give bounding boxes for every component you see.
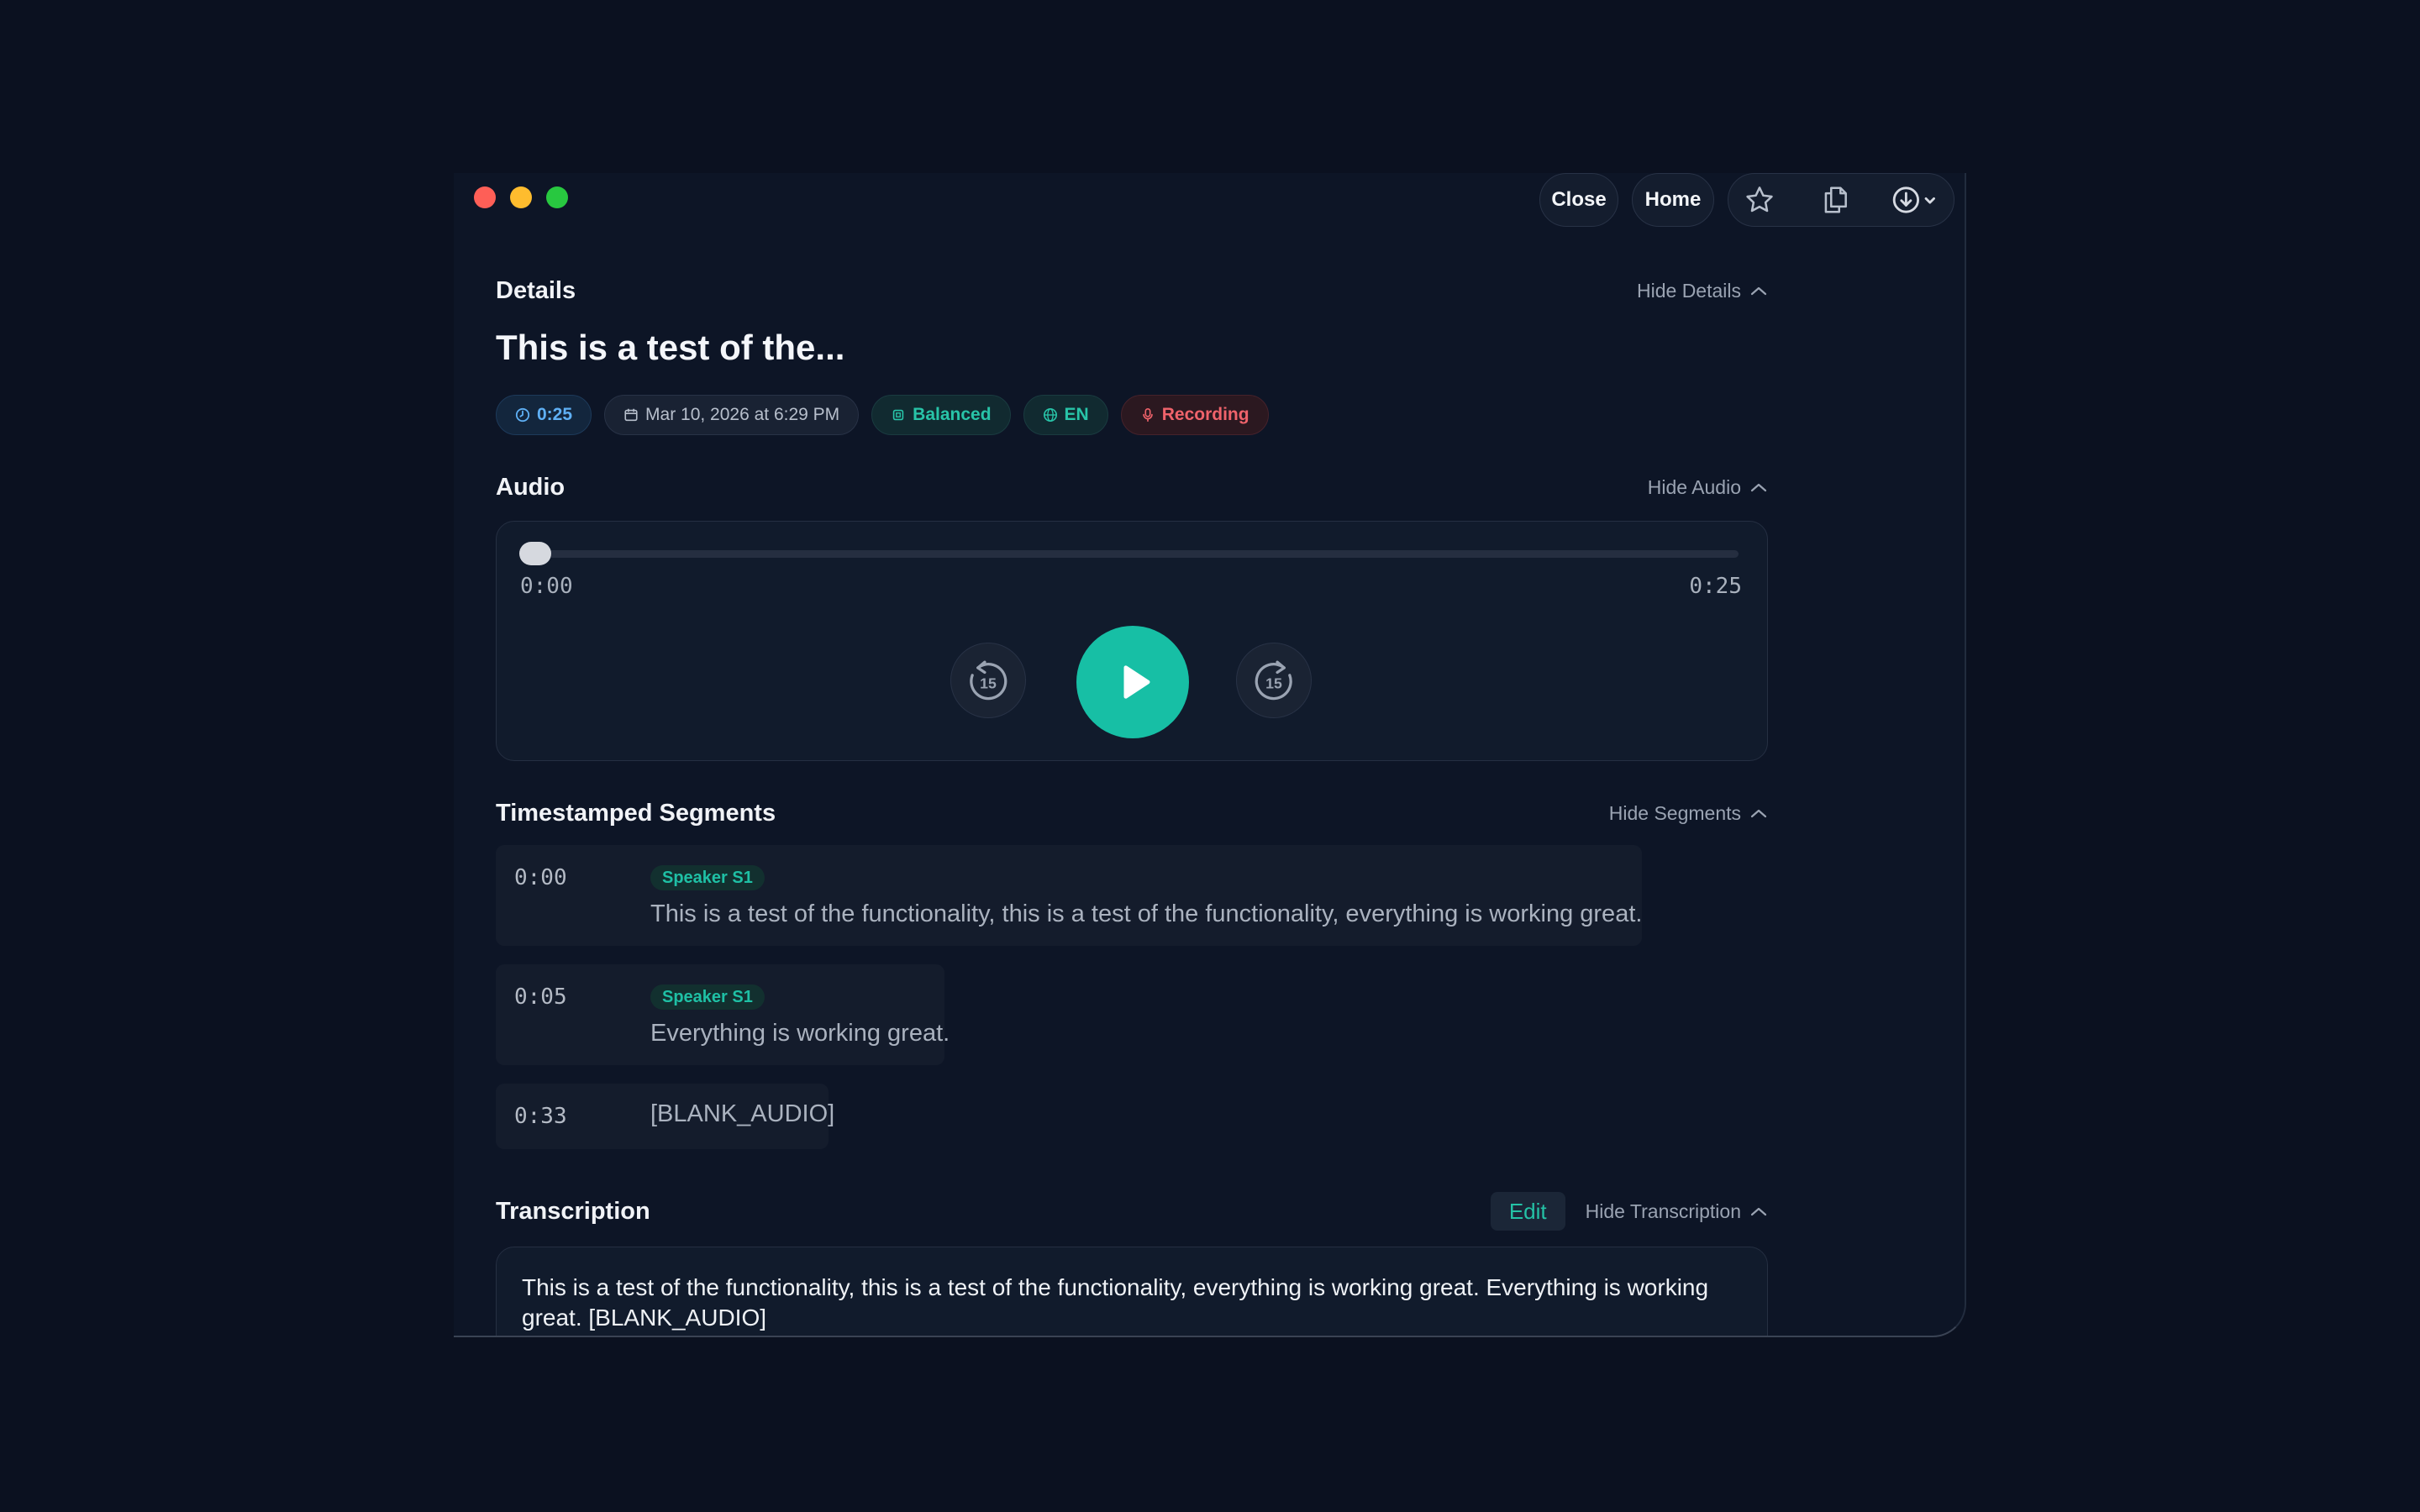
source-value: Recording: [1161, 405, 1249, 424]
play-icon: [1123, 665, 1150, 699]
home-button[interactable]: Home: [1632, 173, 1714, 227]
segments-heading: Timestamped Segments: [496, 799, 776, 827]
play-button[interactable]: [1076, 626, 1189, 738]
duration-chip: 0:25: [496, 395, 592, 435]
date-value: Mar 10, 2026 at 6:29 PM: [645, 405, 840, 424]
details-heading: Details: [496, 276, 576, 304]
hide-details-label: Hide Details: [1637, 279, 1741, 302]
hide-segments-toggle[interactable]: Hide Segments: [1609, 802, 1768, 825]
copy-icon[interactable]: [1816, 181, 1854, 219]
edit-button[interactable]: Edit: [1490, 1192, 1565, 1231]
hide-details-toggle[interactable]: Hide Details: [1637, 280, 1768, 302]
segment-time: 0:05: [514, 984, 567, 1010]
forward-15-icon: 15: [1255, 660, 1292, 701]
chip-icon: [892, 409, 904, 421]
transcription-text[interactable]: This is a test of the functionality, thi…: [496, 1247, 1768, 1336]
segment-text: [BLANK_AUDIO]: [650, 1100, 835, 1127]
recording-title: This is a test of the...: [496, 328, 845, 367]
segment-time: 0:33: [514, 1104, 567, 1129]
seek-track[interactable]: [527, 550, 1739, 558]
close-window-button[interactable]: [474, 186, 496, 208]
audio-player: 0:00 0:25 15 15: [496, 521, 1768, 761]
quality-chip: Balanced: [871, 395, 1011, 435]
detail-chips: 0:25 Mar 10, 2026 at 6:29 PM Balanced EN…: [496, 395, 1269, 435]
segment-item[interactable]: 0:00 Speaker S1 This is a test of the fu…: [496, 845, 1642, 946]
toolbar: Close Home: [1539, 173, 1954, 227]
skip-back-button[interactable]: 15: [950, 643, 1026, 718]
speaker-badge: Speaker S1: [650, 865, 765, 890]
date-chip: Mar 10, 2026 at 6:29 PM: [604, 395, 860, 435]
close-button[interactable]: Close: [1539, 173, 1618, 227]
globe-icon: [1043, 407, 1057, 423]
duration-value: 0:25: [537, 405, 573, 424]
source-chip: Recording: [1120, 395, 1269, 435]
chevron-up-icon: [1750, 286, 1767, 296]
segment-text: This is a test of the functionality, thi…: [650, 900, 1643, 927]
maximize-window-button[interactable]: [546, 186, 568, 208]
minimize-window-button[interactable]: [510, 186, 532, 208]
hide-segments-label: Hide Segments: [1608, 801, 1741, 824]
transcription-header: Transcription Edit Hide Transcription: [496, 1191, 1768, 1231]
star-icon[interactable]: [1740, 181, 1779, 219]
segment-item[interactable]: 0:33 [BLANK_AUDIO]: [496, 1084, 835, 1149]
audio-header: Audio Hide Audio: [496, 470, 1768, 504]
app-window: Close Home Details Hide Details This is …: [454, 173, 1966, 1337]
hide-transcription-toggle[interactable]: Hide Transcription: [1586, 1200, 1768, 1223]
microphone-icon: [1142, 407, 1153, 423]
rewind-15-icon: 15: [970, 660, 1007, 701]
segment-text: Everything is working great.: [650, 1020, 950, 1047]
transcription-actions: Edit Hide Transcription: [1490, 1192, 1768, 1231]
current-time: 0:00: [520, 574, 573, 599]
audio-heading: Audio: [496, 473, 566, 501]
seek-handle[interactable]: [519, 542, 551, 565]
chevron-up-icon: [1750, 809, 1767, 818]
action-icon-group: [1728, 173, 1954, 227]
skip-back-seconds: 15: [980, 675, 997, 692]
segment-time: 0:00: [514, 865, 567, 890]
hide-audio-label: Hide Audio: [1647, 475, 1741, 498]
quality-value: Balanced: [913, 405, 992, 424]
segments-header: Timestamped Segments Hide Segments: [496, 796, 1768, 830]
hide-transcription-label: Hide Transcription: [1585, 1200, 1741, 1222]
skip-forward-seconds: 15: [1265, 675, 1282, 692]
window-controls: [474, 186, 568, 208]
download-menu[interactable]: [1891, 181, 1942, 219]
speaker-badge: Speaker S1: [650, 984, 765, 1010]
hide-audio-toggle[interactable]: Hide Audio: [1648, 476, 1768, 499]
segment-item[interactable]: 0:05 Speaker S1 Everything is working gr…: [496, 964, 950, 1065]
language-value: EN: [1064, 405, 1089, 424]
chevron-up-icon: [1750, 483, 1767, 492]
clock-icon: [515, 407, 530, 423]
calendar-icon: [624, 408, 638, 422]
chevron-up-icon: [1750, 1207, 1767, 1216]
details-header: Details Hide Details: [496, 274, 1768, 307]
language-chip: EN: [1023, 395, 1108, 435]
total-time: 0:25: [1689, 574, 1742, 599]
skip-forward-button[interactable]: 15: [1236, 643, 1312, 718]
transcription-heading: Transcription: [496, 1197, 650, 1225]
